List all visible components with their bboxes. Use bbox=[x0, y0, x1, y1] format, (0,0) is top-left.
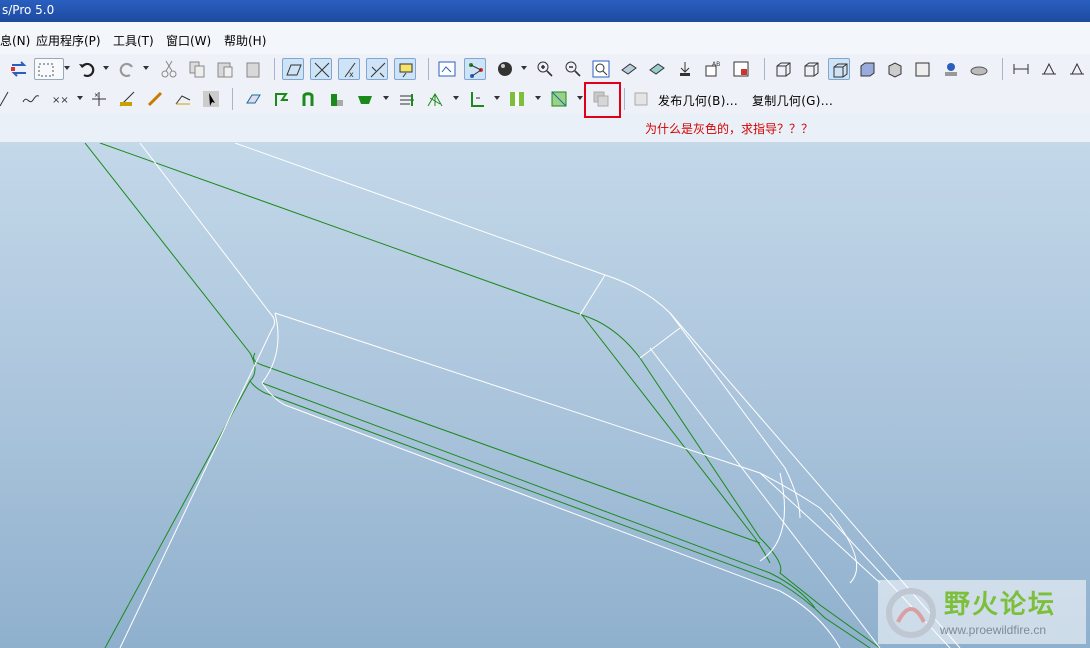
chevron-down-icon[interactable] bbox=[535, 96, 541, 100]
point-display-icon[interactable]: x bbox=[338, 58, 360, 80]
blend-icon[interactable] bbox=[326, 88, 348, 110]
white-edges bbox=[119, 143, 961, 648]
menu-window[interactable]: 窗口(W) bbox=[166, 32, 211, 49]
paste-special-icon[interactable] bbox=[242, 58, 264, 80]
menu-bar: 息(N) 应用程序(P) 工具(T) 窗口(W) 帮助(H) bbox=[0, 22, 1090, 54]
chevron-down-icon[interactable] bbox=[103, 66, 109, 70]
annotation-display-icon[interactable] bbox=[394, 58, 416, 80]
publish-geometry-button[interactable]: 发布几何(B)... bbox=[658, 92, 738, 109]
pattern-icon[interactable] bbox=[548, 88, 570, 110]
zoom-in-icon[interactable] bbox=[534, 58, 556, 80]
forum-watermark: 野火论坛 www.proewildfire.cn bbox=[878, 580, 1086, 644]
svg-text:××: ×× bbox=[52, 95, 69, 106]
paste-icon[interactable] bbox=[214, 58, 236, 80]
toolbar-divider bbox=[1002, 58, 1003, 80]
model-geometry[interactable] bbox=[0, 143, 1090, 648]
toolbar-divider bbox=[274, 58, 275, 80]
toolbar-divider bbox=[428, 58, 429, 80]
chevron-down-icon[interactable] bbox=[383, 96, 389, 100]
model-tree-icon[interactable] bbox=[730, 58, 752, 80]
measure-icon[interactable] bbox=[1010, 58, 1032, 80]
refit-icon[interactable] bbox=[590, 58, 612, 80]
draft-icon[interactable] bbox=[466, 88, 488, 110]
toolbar-divider bbox=[624, 88, 625, 110]
reorient-icon[interactable] bbox=[618, 58, 640, 80]
chevron-down-icon[interactable] bbox=[494, 96, 500, 100]
view-manager-icon[interactable]: AB bbox=[702, 58, 724, 80]
cosmetic-icon[interactable] bbox=[912, 58, 934, 80]
watermark-url: www.proewildfire.cn bbox=[940, 623, 1047, 637]
toolbar-divider bbox=[232, 88, 233, 110]
selection-filter-icon[interactable] bbox=[34, 58, 64, 80]
menu-help[interactable]: 帮助(H) bbox=[224, 32, 266, 49]
window-title: s/Pro 5.0 bbox=[2, 3, 55, 17]
revolve-icon[interactable] bbox=[270, 88, 292, 110]
redo-icon[interactable] bbox=[116, 58, 138, 80]
regenerate-icon[interactable] bbox=[8, 58, 30, 80]
svg-text:×: × bbox=[94, 92, 99, 99]
csys-display-icon[interactable] bbox=[366, 58, 388, 80]
shell-icon[interactable] bbox=[506, 88, 528, 110]
rib-icon[interactable] bbox=[424, 88, 446, 110]
datum-csys-icon[interactable] bbox=[116, 88, 138, 110]
select-arrow-icon[interactable] bbox=[200, 88, 222, 110]
copy-icon[interactable] bbox=[186, 58, 208, 80]
title-bar: s/Pro 5.0 bbox=[0, 0, 1090, 22]
main-toolbar: x AB bbox=[0, 54, 1090, 84]
no-hidden-icon[interactable] bbox=[828, 58, 850, 80]
datum-point-icon[interactable]: ×× bbox=[48, 88, 70, 110]
graphics-viewport[interactable]: 野火论坛 www.proewildfire.cn bbox=[0, 143, 1090, 648]
render-icon[interactable] bbox=[968, 58, 990, 80]
watermark-title: 野火论坛 bbox=[944, 590, 1057, 620]
chamfer-icon[interactable] bbox=[396, 88, 418, 110]
axis-display-icon[interactable] bbox=[310, 58, 332, 80]
note-bar: 为什么是灰色的，求指导？？？ bbox=[0, 114, 1090, 143]
annotation-note: 为什么是灰色的，求指导？？？ bbox=[645, 122, 814, 136]
appearance-icon[interactable] bbox=[494, 58, 516, 80]
publish-geometry-icon bbox=[630, 88, 652, 110]
green-edges bbox=[84, 143, 881, 648]
datum-curve-icon[interactable] bbox=[144, 88, 166, 110]
chevron-down-icon[interactable] bbox=[453, 96, 459, 100]
wireframe-icon[interactable] bbox=[772, 58, 794, 80]
chevron-down-icon[interactable] bbox=[64, 66, 70, 70]
round-icon[interactable] bbox=[354, 88, 376, 110]
layers-icon[interactable] bbox=[674, 58, 696, 80]
sketch-icon[interactable] bbox=[436, 58, 458, 80]
forum-logo-icon bbox=[886, 588, 936, 638]
svg-text:x: x bbox=[349, 70, 354, 79]
relations-icon[interactable] bbox=[464, 58, 486, 80]
chevron-down-icon[interactable] bbox=[577, 96, 583, 100]
undo-icon[interactable] bbox=[76, 58, 98, 80]
spline-icon[interactable] bbox=[20, 88, 42, 110]
analysis-icon[interactable] bbox=[1066, 58, 1088, 80]
copy-geometry-button[interactable]: 复制几何(G)... bbox=[752, 92, 833, 109]
datum-axis-icon[interactable]: × bbox=[88, 88, 110, 110]
menu-applications[interactable]: 应用程序(P) bbox=[36, 32, 101, 49]
chevron-down-icon[interactable] bbox=[521, 66, 527, 70]
zoom-out-icon[interactable] bbox=[562, 58, 584, 80]
saved-views-icon[interactable] bbox=[646, 58, 668, 80]
annotation-highlight-box bbox=[584, 82, 621, 118]
line-icon[interactable] bbox=[0, 88, 16, 110]
chevron-down-icon[interactable] bbox=[77, 96, 83, 100]
toolbar-divider bbox=[764, 58, 765, 80]
plane-display-icon[interactable] bbox=[282, 58, 304, 80]
sweep-icon[interactable] bbox=[298, 88, 320, 110]
shading-icon[interactable] bbox=[856, 58, 878, 80]
mass-properties-icon[interactable] bbox=[1038, 58, 1060, 80]
light-icon[interactable] bbox=[940, 58, 962, 80]
svg-text:AB: AB bbox=[712, 61, 720, 68]
datum-plane-icon[interactable] bbox=[172, 88, 194, 110]
cut-icon[interactable] bbox=[158, 58, 180, 80]
enhanced-realism-icon[interactable] bbox=[884, 58, 906, 80]
menu-tools[interactable]: 工具(T) bbox=[113, 32, 154, 49]
extrude-icon[interactable] bbox=[242, 88, 264, 110]
feature-toolbar: ×× × 发布几何(B)... 复制几何(G)... bbox=[0, 84, 1090, 114]
menu-info[interactable]: 息(N) bbox=[0, 32, 30, 49]
hidden-line-icon[interactable] bbox=[800, 58, 822, 80]
chevron-down-icon[interactable] bbox=[143, 66, 149, 70]
